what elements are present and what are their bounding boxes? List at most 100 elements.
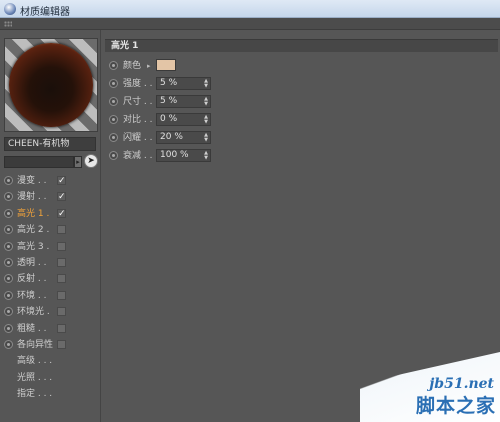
channel-item[interactable]: 漫射 . . ✓ xyxy=(0,189,100,205)
channel-checkbox[interactable] xyxy=(57,307,66,317)
channel-checkbox[interactable] xyxy=(57,274,66,284)
falloff-radio[interactable] xyxy=(109,151,118,160)
channel-radio[interactable] xyxy=(4,323,13,333)
contrast-label: 对比 . . xyxy=(123,115,153,125)
grip-icon[interactable] xyxy=(4,21,12,27)
channel-item[interactable]: 粗糙 . . xyxy=(0,321,100,337)
intensity-field[interactable]: 5 % ▲ ▼ xyxy=(156,77,211,90)
channel-checkbox[interactable] xyxy=(57,241,66,251)
watermark-name: 脚本之家 xyxy=(415,395,496,417)
size-label: 尺寸 . . xyxy=(123,97,153,107)
contrast-radio[interactable] xyxy=(109,115,118,124)
channel-label: 高光 3 . xyxy=(17,241,50,252)
channel-item[interactable]: 漫变 . . ✓ xyxy=(0,173,100,189)
size-field[interactable]: 5 % ▲ ▼ xyxy=(156,95,211,108)
channel-filter-input[interactable] xyxy=(4,156,74,168)
section-header: 高光 1 xyxy=(105,39,498,52)
spinner-icon[interactable]: ▲ ▼ xyxy=(204,133,208,143)
expand-arrow-icon[interactable]: ▸ xyxy=(147,60,151,72)
channel-item[interactable]: 各向异性 xyxy=(0,337,100,353)
channel-radio[interactable] xyxy=(4,274,13,284)
channel-item[interactable]: 高光 2 . xyxy=(0,222,100,238)
picker-arrow-icon[interactable]: ➤ xyxy=(84,154,98,168)
glare-value: 20 % xyxy=(160,132,183,142)
channel-radio[interactable] xyxy=(4,339,13,349)
extra-item-label: 高级 . . . xyxy=(17,356,53,367)
channel-label: 各向异性 xyxy=(17,339,54,350)
channel-radio[interactable] xyxy=(4,225,13,235)
channel-item[interactable]: 环境光 . xyxy=(0,304,100,320)
channel-label-active: 高光 1 . xyxy=(17,208,50,219)
extra-item[interactable]: 指定 . . . xyxy=(0,386,100,402)
filter-dropdown-arrow[interactable]: ▸ xyxy=(74,156,82,168)
color-row: 颜色 ▸ xyxy=(109,59,409,73)
channel-label: 高光 2 . xyxy=(17,225,50,236)
channel-radio[interactable] xyxy=(4,290,13,300)
glare-label: 闪耀 . . xyxy=(123,133,153,143)
channel-checkbox[interactable] xyxy=(57,225,66,235)
falloff-field[interactable]: 100 % ▲ ▼ xyxy=(156,149,211,162)
size-value: 5 % xyxy=(160,96,178,106)
color-swatch[interactable] xyxy=(156,59,176,71)
channel-label: 环境光 . xyxy=(17,307,50,318)
channel-checkbox[interactable]: ✓ xyxy=(57,192,66,202)
channel-item[interactable]: 反射 . . xyxy=(0,271,100,287)
channel-item[interactable]: 高光 3 . xyxy=(0,239,100,255)
channel-item[interactable]: 高光 1 . ✓ xyxy=(0,206,100,222)
channel-radio[interactable] xyxy=(4,307,13,317)
channel-label: 漫变 . . xyxy=(17,176,47,186)
spinner-icon[interactable]: ▲ ▼ xyxy=(204,115,208,125)
falloff-value: 100 % xyxy=(160,150,189,160)
color-radio[interactable] xyxy=(109,61,118,70)
size-radio[interactable] xyxy=(109,97,118,106)
channel-radio[interactable] xyxy=(4,257,13,267)
contrast-field[interactable]: 0 % ▲ ▼ xyxy=(156,113,211,126)
glare-radio[interactable] xyxy=(109,133,118,142)
watermark: jb51.net 脚本之家 xyxy=(360,352,500,422)
intensity-value: 5 % xyxy=(160,78,178,88)
glare-field[interactable]: 20 % ▲ ▼ xyxy=(156,131,211,144)
app-icon xyxy=(4,3,16,15)
channel-checkbox[interactable] xyxy=(57,290,66,300)
color-label: 颜色 xyxy=(123,61,142,71)
channel-radio[interactable] xyxy=(4,241,13,251)
spinner-icon[interactable]: ▲ ▼ xyxy=(204,79,208,89)
channel-item[interactable]: 透明 . . xyxy=(0,255,100,271)
extra-item[interactable]: 光照 . . . xyxy=(0,370,100,386)
material-preview[interactable] xyxy=(4,38,98,132)
channel-checkbox[interactable]: ✓ xyxy=(57,176,66,186)
channel-label: 漫射 . . xyxy=(17,192,47,203)
falloff-label: 衰减 . . xyxy=(123,151,153,161)
extra-item[interactable]: 高级 . . . xyxy=(0,353,100,369)
channel-label: 透明 . . xyxy=(17,257,47,268)
title-bar: 材质编辑器 xyxy=(0,0,500,18)
material-name-field[interactable]: CHEEN-有机物 xyxy=(4,137,96,151)
preview-sphere xyxy=(9,43,93,127)
left-panel: CHEEN-有机物 ▸ ➤ 漫变 . . ✓ 漫射 . . ✓ 高光 1 . ✓… xyxy=(0,30,101,422)
channel-label: 反射 . . xyxy=(17,274,47,285)
channel-checkbox[interactable] xyxy=(57,323,66,333)
size-row: 尺寸 . . 5 % ▲ ▼ xyxy=(109,95,409,109)
channel-checkbox[interactable] xyxy=(57,257,66,267)
watermark-site: jb51.net xyxy=(429,376,494,392)
glare-row: 闪耀 . . 20 % ▲ ▼ xyxy=(109,131,409,145)
spinner-icon[interactable]: ▲ ▼ xyxy=(204,97,208,107)
channel-radio[interactable] xyxy=(4,192,13,202)
menu-bar xyxy=(0,18,500,30)
intensity-radio[interactable] xyxy=(109,79,118,88)
extra-item-label: 光照 . . . xyxy=(17,372,53,383)
spinner-icon[interactable]: ▲ ▼ xyxy=(204,151,208,161)
channel-label: 环境 . . xyxy=(17,290,47,301)
intensity-label: 强度 . . xyxy=(123,79,153,89)
falloff-row: 衰减 . . 100 % ▲ ▼ xyxy=(109,149,409,163)
contrast-row: 对比 . . 0 % ▲ ▼ xyxy=(109,113,409,127)
channel-radio[interactable] xyxy=(4,176,13,185)
channel-item[interactable]: 环境 . . xyxy=(0,288,100,304)
window-title: 材质编辑器 xyxy=(20,7,70,18)
channel-checkbox[interactable]: ✓ xyxy=(57,208,66,218)
channel-radio[interactable] xyxy=(4,208,13,218)
intensity-row: 强度 . . 5 % ▲ ▼ xyxy=(109,77,409,91)
contrast-value: 0 % xyxy=(160,114,178,124)
channel-list: 漫变 . . ✓ 漫射 . . ✓ 高光 1 . ✓ 高光 2 . 高光 3 .… xyxy=(0,173,100,402)
channel-checkbox[interactable] xyxy=(57,339,66,349)
